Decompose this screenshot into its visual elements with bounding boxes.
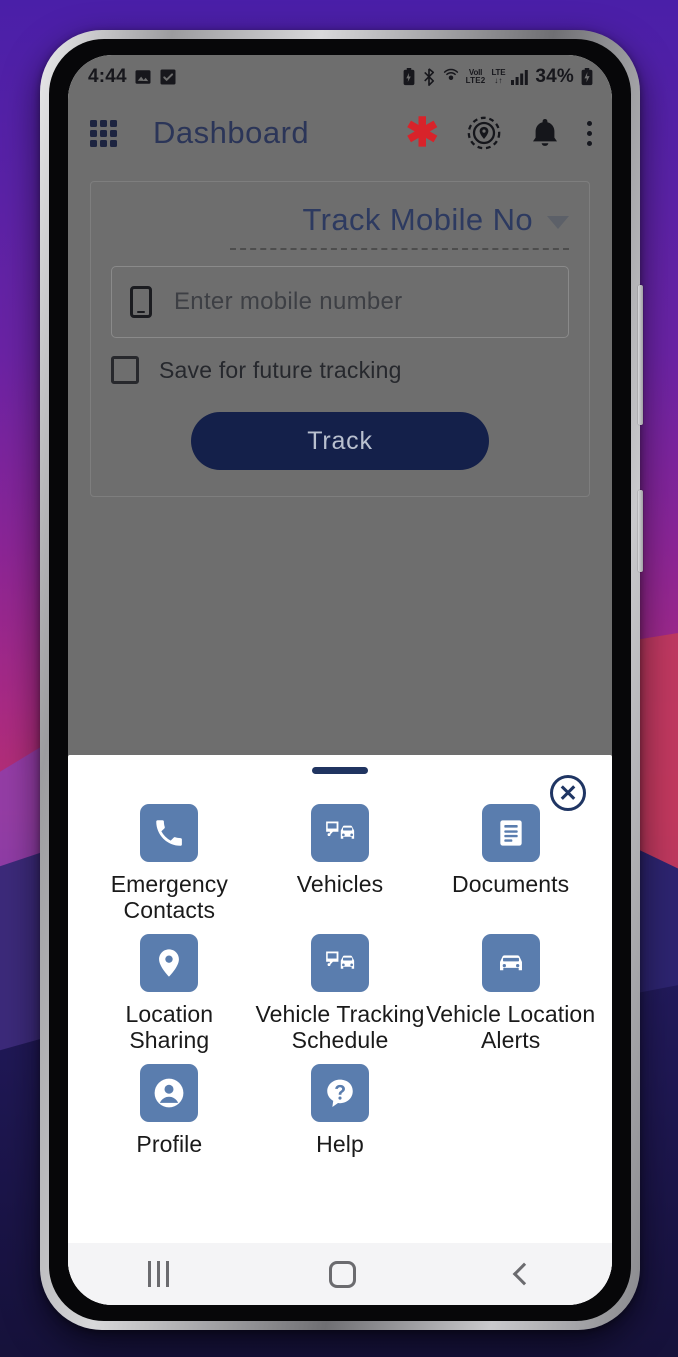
- power-button[interactable]: [638, 490, 643, 572]
- save-for-future-checkbox[interactable]: [111, 356, 139, 384]
- menu-item-location-sharing[interactable]: Location Sharing: [84, 930, 255, 1054]
- track-mode-underline: [230, 248, 569, 250]
- battery-percent: 34%: [535, 66, 574, 87]
- lte-data-arrows: ↓↑: [494, 76, 503, 85]
- menu-item-label: Emergency Contacts: [110, 871, 228, 924]
- status-bar: 4:44 VoII LTE2 LTE ↓↑ 34%: [68, 55, 612, 99]
- menu-item-documents[interactable]: Documents: [425, 800, 596, 924]
- battery-saver-icon: [403, 68, 415, 86]
- help-question-icon: [310, 1063, 369, 1122]
- status-time: 4:44: [88, 66, 127, 87]
- close-glyph: ✕: [558, 779, 578, 806]
- menu-item-emergency-contacts[interactable]: Emergency Contacts: [84, 800, 255, 924]
- save-for-future-label: Save for future tracking: [159, 356, 402, 383]
- bluetooth-icon: [423, 68, 434, 86]
- page-title: Dashboard: [153, 115, 310, 150]
- app-bar-actions: ✱: [405, 111, 592, 155]
- volume-button[interactable]: [638, 285, 643, 425]
- menu-item-label: Help: [316, 1130, 364, 1157]
- track-button[interactable]: Track: [191, 412, 489, 470]
- menu-item-vehicle-tracking-schedule[interactable]: Vehicle Tracking Schedule: [255, 930, 426, 1054]
- menu-item-label: Profile: [136, 1130, 203, 1157]
- checkbox-icon: [160, 69, 176, 85]
- phone-call-icon: [140, 804, 199, 862]
- phone-bezel: 4:44 VoII LTE2 LTE ↓↑ 34% Dashboard ✱ Tr…: [49, 39, 631, 1321]
- person-icon: [140, 1063, 199, 1122]
- menu-item-label: Vehicle Tracking Schedule: [255, 1000, 425, 1054]
- close-icon[interactable]: ✕: [550, 775, 586, 811]
- system-navigation-bar: [68, 1243, 612, 1305]
- home-icon[interactable]: [329, 1260, 356, 1288]
- menu-item-profile[interactable]: Profile: [84, 1060, 255, 1157]
- track-card: Track Mobile No Enter mobile number Save…: [90, 181, 590, 497]
- car-front-icon: [481, 933, 540, 992]
- sos-asterisk-icon[interactable]: ✱: [405, 111, 439, 155]
- battery-charging-icon: [581, 68, 593, 86]
- chevron-down-icon: [547, 215, 569, 229]
- overflow-menu-icon[interactable]: [587, 120, 592, 146]
- bus-car-icon: [310, 804, 369, 862]
- menu-item-label: Location Sharing: [125, 1000, 214, 1054]
- mobile-number-placeholder: Enter mobile number: [174, 288, 403, 315]
- menu-item-label: Documents: [452, 871, 570, 897]
- save-tracking-row[interactable]: Save for future tracking: [111, 356, 569, 384]
- signal-bars-icon: [511, 70, 529, 85]
- menu-item-label: Vehicle Location Alerts: [426, 1000, 596, 1054]
- apps-grid-icon[interactable]: [90, 119, 117, 147]
- track-mode-selector[interactable]: Track Mobile No: [111, 202, 569, 238]
- sos-glyph: ✱: [405, 111, 439, 155]
- phone-screen: 4:44 VoII LTE2 LTE ↓↑ 34% Dashboard ✱ Tr…: [68, 55, 612, 1305]
- bottom-sheet-menu: ✕ Emergency Contacts Vehicles Documents …: [68, 755, 612, 1305]
- location-radar-icon[interactable]: [465, 114, 503, 152]
- menu-grid: Emergency Contacts Vehicles Documents Lo…: [68, 800, 612, 1157]
- drag-handle[interactable]: [312, 767, 368, 774]
- menu-item-help[interactable]: Help: [255, 1060, 426, 1157]
- map-pin-icon: [140, 933, 199, 992]
- phone-device-frame: 4:44 VoII LTE2 LTE ↓↑ 34% Dashboard ✱ Tr…: [40, 30, 643, 1330]
- image-icon: [135, 70, 151, 84]
- bell-icon[interactable]: [529, 116, 561, 150]
- back-icon[interactable]: [512, 1262, 536, 1286]
- status-bar-left: 4:44: [88, 66, 177, 88]
- mobile-number-input[interactable]: Enter mobile number: [111, 266, 569, 338]
- track-mode-label: Track Mobile No: [302, 202, 533, 237]
- recents-icon[interactable]: [148, 1261, 169, 1287]
- document-icon: [481, 804, 540, 862]
- menu-item-vehicle-location-alerts[interactable]: Vehicle Location Alerts: [425, 930, 596, 1054]
- mobile-phone-icon: [130, 286, 152, 318]
- bus-car-icon: [310, 933, 369, 992]
- app-bar: Dashboard ✱: [68, 99, 612, 167]
- status-bar-right: VoII LTE2 LTE ↓↑ 34%: [402, 66, 594, 88]
- lte-indicator: LTE ↓↑: [491, 69, 505, 85]
- menu-item-label: Vehicles: [296, 871, 384, 897]
- volte-label-bottom: LTE2: [465, 76, 486, 85]
- menu-item-vehicles[interactable]: Vehicles: [255, 800, 426, 924]
- hotspot-icon: [443, 68, 458, 80]
- volte-indicator: VoII LTE2: [466, 69, 486, 85]
